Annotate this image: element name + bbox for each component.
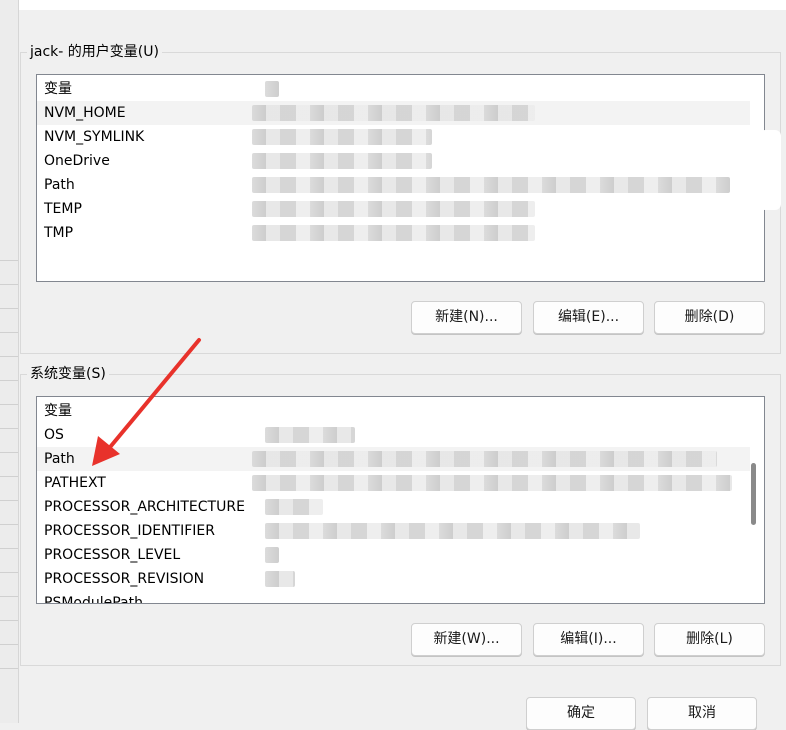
redacted-value [252, 177, 730, 193]
arrow-shaft [104, 338, 201, 454]
redacted-value [265, 499, 323, 515]
variable-name: PROCESSOR_LEVEL [44, 547, 181, 563]
variable-name: TEMP [44, 201, 82, 217]
variable-column-header: 变量 [44, 81, 72, 97]
variable-name: PSModulePath [44, 595, 143, 604]
redacted-value [265, 81, 279, 97]
redacted-value [265, 571, 295, 587]
variable-name: OS [44, 427, 64, 443]
variable-name: OneDrive [44, 153, 110, 169]
variable-name: Path [44, 177, 75, 193]
redacted-value [252, 451, 717, 467]
redacted-value [252, 153, 432, 169]
redacted-value [252, 129, 432, 145]
redacted-value [265, 523, 640, 539]
variable-name: TMP [44, 225, 74, 241]
redacted-value [265, 547, 279, 563]
variable-name: NVM_SYMLINK [44, 129, 145, 145]
variable-name: PROCESSOR_ARCHITECTURE [44, 499, 245, 515]
redacted-value [252, 225, 535, 241]
variable-name: NVM_HOME [44, 105, 126, 121]
variable-name: PATHEXT [44, 475, 106, 491]
variable-column-header: 变量 [44, 403, 72, 419]
redacted-value [252, 105, 535, 121]
redacted-value [252, 475, 732, 491]
variable-name: Path [44, 451, 75, 467]
variable-name: PROCESSOR_REVISION [44, 571, 205, 587]
variable-name: PROCESSOR_IDENTIFIER [44, 523, 215, 539]
redacted-value [265, 427, 355, 443]
redacted-value [252, 201, 535, 217]
